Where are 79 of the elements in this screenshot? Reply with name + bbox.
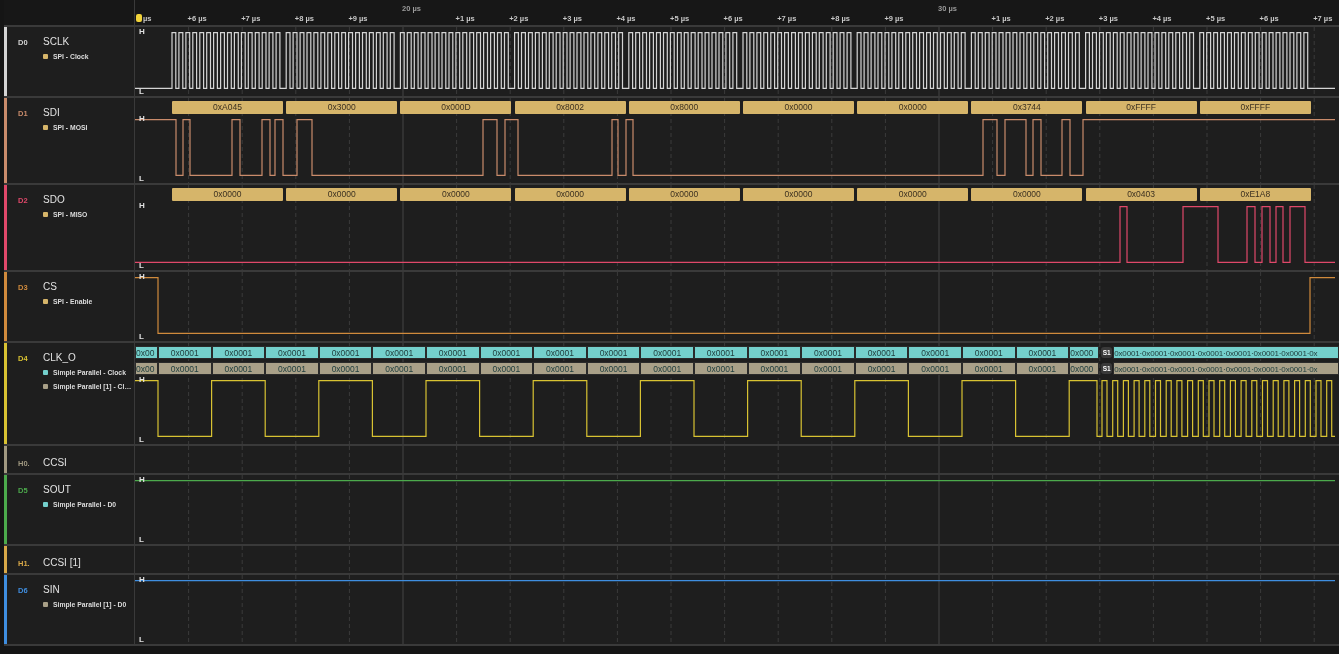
level-label: L bbox=[139, 87, 144, 96]
decoded-frame[interactable]: 0x0001 bbox=[801, 346, 855, 359]
decoded-frame[interactable]: 0x000D bbox=[400, 101, 512, 114]
decoded-frame[interactable]: 0x0001 bbox=[479, 362, 534, 375]
decoded-frame[interactable]: 0x0000 bbox=[628, 188, 740, 201]
decoded-frame[interactable]: 0x0001 bbox=[533, 346, 587, 359]
decoded-frame[interactable]: 0x3000 bbox=[286, 101, 398, 114]
decoded-frame[interactable]: 0x0001 bbox=[318, 346, 373, 359]
decoded-frame[interactable]: 0x0001 bbox=[586, 346, 641, 359]
channel-name[interactable]: SCLK bbox=[43, 36, 70, 47]
decoded-frame[interactable]: 0x0001 bbox=[426, 346, 480, 359]
decoded-frame[interactable]: 0x000 bbox=[1069, 346, 1100, 359]
decoded-frame[interactable]: 0x0000 bbox=[172, 188, 283, 201]
decoded-frame[interactable]: 0x0001 bbox=[426, 362, 480, 375]
decoded-frame[interactable]: 0x0000 bbox=[971, 188, 1083, 201]
decoded-frame[interactable]: 0x0000 bbox=[514, 188, 626, 201]
decoded-frame[interactable]: 0x0001 bbox=[158, 362, 212, 375]
decoded-frame[interactable]: 0x0001 bbox=[801, 362, 855, 375]
decoded-frame[interactable]: 0x0000 bbox=[857, 188, 969, 201]
channel-name[interactable]: CS bbox=[43, 281, 57, 292]
decoded-frames-strip[interactable]: 0x0001·0x0001·0x0001·0x0001·0x0001·0x0001·0x0001·0x bbox=[1113, 346, 1339, 359]
decoded-frame[interactable]: 0x8000 bbox=[628, 101, 740, 114]
decoded-frame[interactable]: 0x0001 bbox=[640, 346, 694, 359]
decoded-frame[interactable]: 0x8002 bbox=[514, 101, 626, 114]
decoded-frame[interactable]: 0x0001 bbox=[586, 362, 641, 375]
decoded-frame[interactable]: 0x0403 bbox=[1085, 188, 1197, 201]
channel-name[interactable]: CCSI [1] bbox=[43, 557, 81, 568]
decoded-frame[interactable]: 0x00 bbox=[135, 362, 158, 375]
decoded-frame[interactable]: 0x0000 bbox=[400, 188, 512, 201]
channel-name[interactable]: SIN bbox=[43, 584, 60, 595]
decoded-frame[interactable]: 0x0001 bbox=[479, 346, 534, 359]
channel-name[interactable]: CLK_O bbox=[43, 352, 76, 363]
decoded-frame[interactable]: 0x0001 bbox=[694, 346, 748, 359]
level-label: L bbox=[139, 435, 144, 444]
decoded-frames-strip[interactable]: 0x0001·0x0001·0x0001·0x0001·0x0001·0x0001·0x0001·0x bbox=[1113, 362, 1339, 375]
level-label: L bbox=[139, 535, 144, 544]
decoded-frame[interactable]: 0x000 bbox=[1069, 362, 1100, 375]
decoded-frame[interactable]: 0x0001 bbox=[962, 362, 1016, 375]
level-label: L bbox=[139, 332, 144, 341]
decoded-frame[interactable]: 0x0001 bbox=[854, 362, 909, 375]
decoded-frame[interactable]: 0x0001 bbox=[372, 362, 426, 375]
decoded-frame[interactable]: 0x0001 bbox=[747, 346, 802, 359]
decoded-frame[interactable]: 0x0001 bbox=[1015, 362, 1070, 375]
decoded-frame[interactable]: 0x00 bbox=[135, 346, 158, 359]
channel-name[interactable]: SDO bbox=[43, 194, 65, 205]
level-label: L bbox=[139, 174, 144, 183]
decoded-frame[interactable]: 0x0001 bbox=[747, 362, 802, 375]
channel-name[interactable]: SOUT bbox=[43, 484, 71, 495]
decoded-frame[interactable]: 0x0001 bbox=[854, 346, 909, 359]
decoded-frame[interactable]: 0x0000 bbox=[286, 188, 398, 201]
decoded-frame[interactable]: 0xFFFF bbox=[1199, 101, 1311, 114]
decoded-frame[interactable]: 0x0001 bbox=[211, 346, 266, 359]
decoded-frame[interactable]: 0x0001 bbox=[265, 346, 319, 359]
decoded-frame[interactable]: 0x0000 bbox=[743, 101, 854, 114]
decoded-frame[interactable]: 0xA045 bbox=[172, 101, 283, 114]
decoded-frame[interactable]: 0x0001 bbox=[908, 346, 962, 359]
decoded-frame[interactable]: 0x0000 bbox=[743, 188, 854, 201]
decoded-frame[interactable]: 0x0001 bbox=[908, 362, 962, 375]
level-label: H bbox=[139, 201, 145, 210]
level-label: L bbox=[139, 635, 144, 644]
cursor-marker-icon[interactable] bbox=[136, 14, 142, 22]
level-label: H bbox=[139, 27, 145, 36]
level-label: L bbox=[139, 261, 144, 270]
decoded-frame[interactable]: 0x0001 bbox=[211, 362, 266, 375]
decoded-frame[interactable]: 0x0001 bbox=[694, 362, 748, 375]
decoded-frame[interactable]: 0x0001 bbox=[318, 362, 373, 375]
decoded-frame[interactable]: 0xE1A8 bbox=[1199, 188, 1311, 201]
decoded-frame[interactable]: 0x0001 bbox=[372, 346, 426, 359]
channel-name[interactable]: CCSI bbox=[43, 457, 67, 468]
decoded-frame[interactable]: 0xFFFF bbox=[1085, 101, 1197, 114]
channel-name[interactable]: SDI bbox=[43, 107, 60, 118]
decoded-frame[interactable]: 0x0001 bbox=[158, 346, 212, 359]
decoded-frame[interactable]: 0x0001 bbox=[265, 362, 319, 375]
decoded-frame[interactable]: 0x3744 bbox=[971, 101, 1083, 114]
decoded-frame[interactable]: 0x0001 bbox=[533, 362, 587, 375]
decoded-frame[interactable]: 0x0001 bbox=[640, 362, 694, 375]
decoded-frame[interactable]: 0x0001 bbox=[1015, 346, 1070, 359]
decoded-frame[interactable]: 0x0001 bbox=[962, 346, 1016, 359]
decoded-frame[interactable]: 0x0000 bbox=[857, 101, 969, 114]
